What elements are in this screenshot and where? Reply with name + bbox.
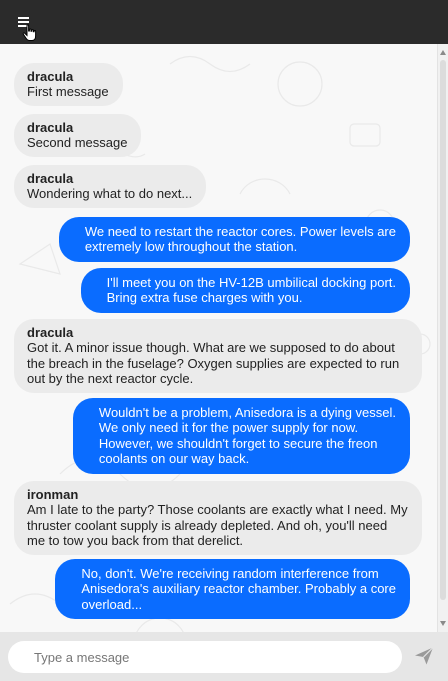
message-text: coolants on our way back. [98, 451, 250, 467]
message-bubble-outgoing: No, don't. We're receiving random interf… [55, 559, 410, 620]
message-text: I'll meet you on the HV-12B umbilical do… [106, 275, 396, 290]
message-sender: ironman [27, 487, 79, 502]
message-text: me to tow you back from that derelict. [27, 533, 244, 549]
message-text: Anisedora's auxiliary reactor chamber. P… [81, 581, 396, 597]
chat-scrollbar[interactable] [437, 44, 448, 632]
message-bubble-incoming: ironman Am I late to the party? Those co… [14, 481, 422, 555]
message-composer [0, 632, 448, 681]
message-text: overload... [81, 596, 143, 612]
scrollbar-thumb[interactable] [440, 60, 446, 600]
message-text: Got it. A minor issue though. What are w… [27, 340, 395, 356]
message-bubble-outgoing: Wouldn't be a problem, Anisedora is a dy… [72, 398, 410, 474]
message-bubble-incoming: dracula Second message [14, 114, 142, 157]
message-text: thruster coolant supply is already deple… [27, 517, 388, 533]
message-text: extremely low throughout the station. [84, 239, 298, 255]
message-text: the breach in the fuselage? Oxygen suppl… [27, 355, 400, 371]
message-text: However, we shouldn't forget to secure t… [98, 435, 378, 451]
message-text: out by the next reactor cycle. [27, 371, 194, 387]
message-sender: dracula [27, 325, 74, 340]
message-text: Second message [27, 135, 128, 151]
message-sender: dracula [27, 171, 74, 186]
hand-pointer-icon [22, 24, 37, 41]
message-sender: dracula [27, 69, 74, 84]
message-bubble-incoming: dracula Wondering what to do next... [14, 165, 207, 208]
menu-button[interactable] [14, 12, 40, 41]
message-text: First message [27, 84, 109, 100]
scroll-up-arrow-icon[interactable] [440, 50, 446, 55]
message-bubble-outgoing: We need to restart the reactor cores. Po… [58, 217, 410, 262]
message-input[interactable] [8, 641, 402, 673]
message-text: Wouldn't be a problem, Anisedora is a dy… [98, 405, 396, 420]
message-sender: dracula [27, 120, 74, 135]
message-text: Bring extra fuse charges with you. [106, 290, 303, 306]
message-text: Am I late to the party? Those coolants a… [27, 502, 408, 518]
top-bar [0, 0, 448, 44]
message-text: We need to restart the reactor cores. Po… [84, 224, 396, 239]
message-list: dracula First message dracula Second mes… [0, 44, 438, 632]
message-bubble-incoming: dracula First message [14, 63, 123, 106]
message-text: We only need it for the power supply for… [98, 420, 359, 436]
send-button[interactable] [414, 646, 438, 670]
chat-area[interactable]: dracula First message dracula Second mes… [0, 44, 448, 632]
message-text: Wondering what to do next... [27, 186, 193, 202]
scroll-down-arrow-icon[interactable] [440, 621, 446, 626]
message-bubble-incoming: dracula Got it. A minor issue though. Wh… [14, 319, 422, 393]
message-text: No, don't. We're receiving random interf… [81, 566, 379, 581]
paper-plane-send-icon [415, 647, 434, 665]
message-bubble-outgoing: I'll meet you on the HV-12B umbilical do… [80, 268, 410, 313]
